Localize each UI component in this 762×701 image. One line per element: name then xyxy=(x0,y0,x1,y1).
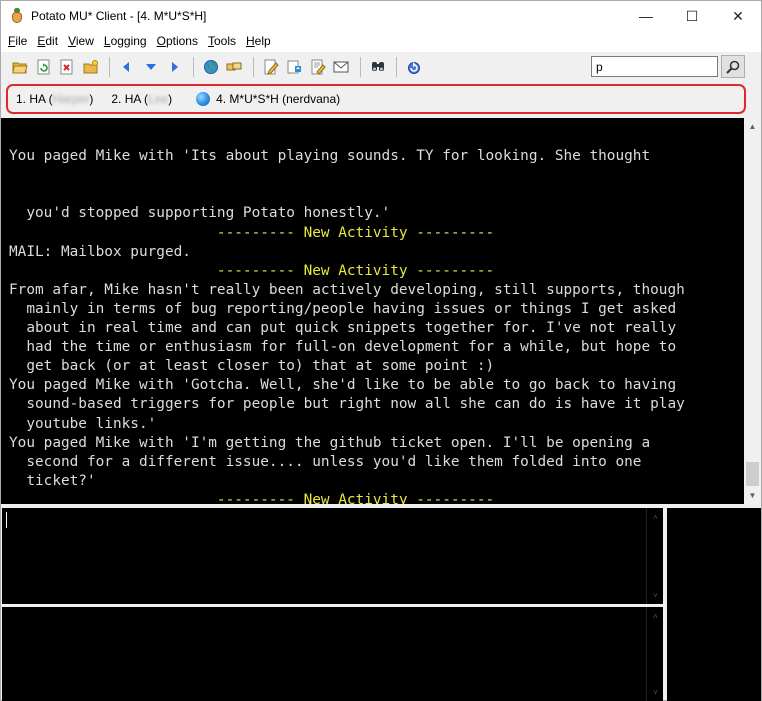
output-line: From afar, Mike hasn't really been activ… xyxy=(9,281,685,298)
connect-icon[interactable] xyxy=(223,56,245,78)
find-icon[interactable] xyxy=(367,56,389,78)
refresh-icon[interactable] xyxy=(403,56,425,78)
search-input[interactable] xyxy=(591,56,718,77)
menu-help[interactable]: Help xyxy=(241,31,276,52)
scroll-down-icon[interactable]: ˅ xyxy=(647,685,664,699)
mud-output[interactable]: You paged Mike with 'Its about playing s… xyxy=(1,118,761,504)
world-tab-2[interactable]: 2. HA (Lee) xyxy=(111,92,172,106)
toolbar xyxy=(1,53,761,81)
secondary-input-scrollbar[interactable]: ˄ ˅ xyxy=(646,607,663,701)
output-line: youtube links.' xyxy=(9,415,157,432)
world-tab-4-label: 4. M*U*S*H (nerdvana) xyxy=(216,92,341,106)
mail-icon[interactable] xyxy=(330,56,352,78)
command-input[interactable] xyxy=(2,508,646,604)
menu-bar: File Edit View Logging Options Tools Hel… xyxy=(1,31,761,52)
globe-icon[interactable] xyxy=(200,56,222,78)
output-line: get back (or at least closer to) that at… xyxy=(9,358,495,375)
output-scrollbar[interactable]: ▲ ▼ xyxy=(744,118,761,504)
upload-icon[interactable] xyxy=(283,56,305,78)
back-arrow-icon[interactable] xyxy=(116,56,138,78)
output-line: You paged Mike with 'I'm getting the git… xyxy=(9,434,651,451)
scroll-up-icon[interactable]: ˄ xyxy=(647,510,664,524)
world-tab-2-label: 2. HA ( xyxy=(111,92,149,106)
menu-view[interactable]: View xyxy=(63,31,99,52)
forward-arrow-icon[interactable] xyxy=(163,56,185,78)
edit-icon[interactable] xyxy=(260,56,282,78)
scroll-up-icon[interactable]: ▲ xyxy=(744,118,761,135)
scroll-up-icon[interactable]: ˄ xyxy=(647,609,664,623)
reconnect-icon[interactable] xyxy=(33,56,55,78)
search-button[interactable] xyxy=(721,55,745,78)
menu-file[interactable]: File xyxy=(3,31,32,52)
side-panel xyxy=(667,508,761,701)
menu-options[interactable]: Options xyxy=(152,31,203,52)
output-line: about in real time and can put quick sni… xyxy=(9,320,677,337)
output-line: had the time or enthusiasm for full-on d… xyxy=(9,339,677,356)
search-icon xyxy=(726,60,740,74)
edit-notes-icon[interactable] xyxy=(307,56,329,78)
close-button[interactable]: ✕ xyxy=(715,1,761,31)
world-tab-1[interactable]: 1. HA (Harper) xyxy=(16,92,93,106)
window-title: Potato MU* Client - [4. M*U*S*H] xyxy=(31,9,207,23)
world-tab-2-suffix: ) xyxy=(168,92,173,106)
potato-app-icon xyxy=(9,8,25,24)
title-bar: Potato MU* Client - [4. M*U*S*H] — ☐ ✕ xyxy=(1,1,761,31)
world-tabs-bar: 1. HA (Harper) 2. HA (Lee) 4. M*U*S*H (n… xyxy=(6,84,746,114)
menu-edit[interactable]: Edit xyxy=(32,31,63,52)
output-line: You paged Mike with 'Gotcha. Well, she'd… xyxy=(9,377,677,394)
disconnect-icon[interactable] xyxy=(56,56,78,78)
output-line: You paged Mike with 'Its about playing s… xyxy=(9,148,651,165)
down-arrow-icon[interactable] xyxy=(140,56,162,78)
output-line: MAIL: Mailbox purged. xyxy=(9,243,191,260)
output-line: ticket?' xyxy=(9,472,96,489)
maximize-button[interactable]: ☐ xyxy=(669,1,715,31)
scroll-thumb[interactable] xyxy=(746,462,759,486)
menu-logging[interactable]: Logging xyxy=(99,31,152,52)
open-folder-icon[interactable] xyxy=(9,56,31,78)
activity-separator: --------- New Activity --------- xyxy=(9,491,495,504)
secondary-input[interactable] xyxy=(2,607,646,701)
globe-icon xyxy=(196,92,211,106)
command-input-scrollbar[interactable]: ˄ ˅ xyxy=(646,508,663,604)
activity-separator: --------- New Activity --------- xyxy=(9,262,495,279)
scroll-down-icon[interactable]: ▼ xyxy=(744,487,761,504)
activity-separator: --------- New Activity --------- xyxy=(9,224,495,241)
minimize-button[interactable]: — xyxy=(623,1,669,31)
world-tab-2-character: Lee xyxy=(148,92,169,106)
app-window: Potato MU* Client - [4. M*U*S*H] — ☐ ✕ F… xyxy=(0,0,762,701)
text-caret xyxy=(6,512,7,528)
world-tab-4[interactable]: 4. M*U*S*H (nerdvana) xyxy=(190,92,340,106)
new-folder-icon[interactable] xyxy=(80,56,102,78)
world-tab-1-label: 1. HA ( xyxy=(16,92,53,106)
output-line: second for a different issue.... unless … xyxy=(9,453,642,470)
output-line: you'd stopped supporting Potato honestly… xyxy=(9,205,391,222)
output-line: mainly in terms of bug reporting/people … xyxy=(9,300,677,317)
output-line: sound-based triggers for people but righ… xyxy=(9,396,685,413)
world-tab-1-character: Harper xyxy=(52,92,90,106)
world-tab-1-suffix: ) xyxy=(89,92,94,106)
output-text: You paged Mike with 'Its about playing s… xyxy=(9,118,741,504)
scroll-down-icon[interactable]: ˅ xyxy=(647,588,664,602)
menu-tools[interactable]: Tools xyxy=(203,31,241,52)
